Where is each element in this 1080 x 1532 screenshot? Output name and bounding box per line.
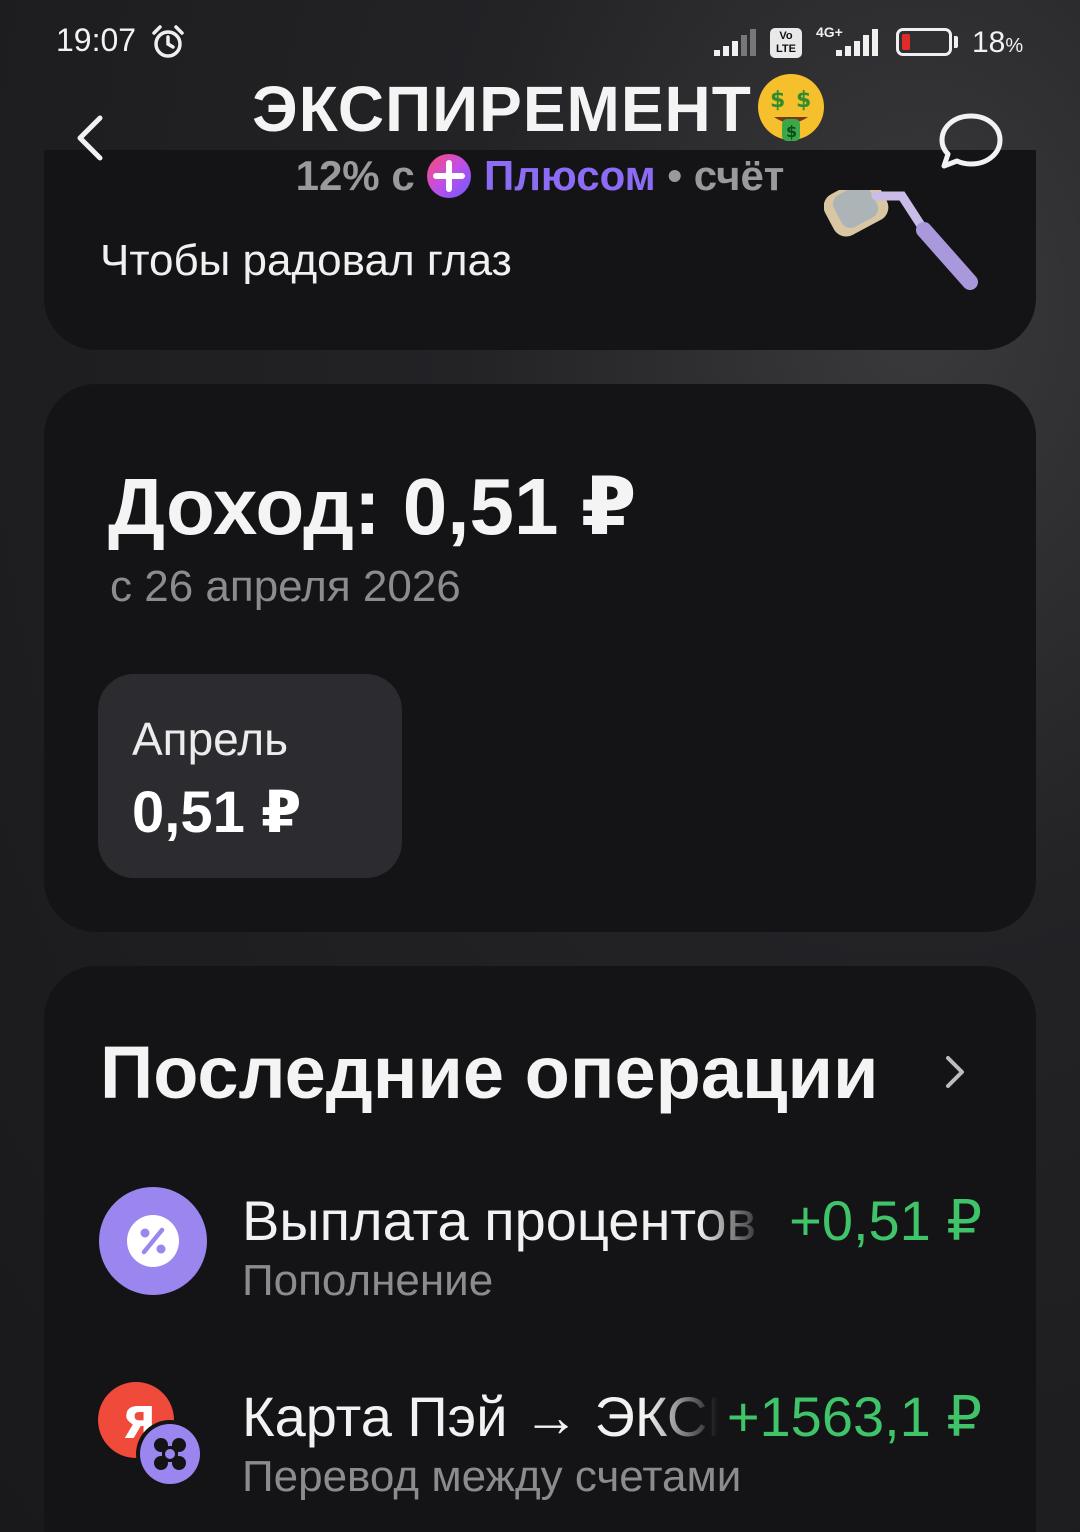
battery-tip: [954, 36, 958, 48]
status-time: 19:07: [56, 22, 137, 58]
month-value: 0,51 ₽: [132, 780, 302, 845]
battery-icon: [896, 28, 952, 56]
battery-percent: 18%: [972, 26, 1024, 59]
operation-amount: +1563,1 ₽: [726, 1385, 982, 1448]
subtitle-rate: 12% с: [295, 152, 415, 199]
svg-text:$: $: [786, 122, 798, 141]
income-since: с 26 апреля 2026: [110, 562, 461, 611]
income-card: Доход: 0,51 ₽ с 26 апреля 2026 Апрель 0,…: [44, 384, 1036, 932]
operation-type: Пополнение: [242, 1256, 494, 1305]
volte-badge: Vo LTE: [770, 28, 802, 58]
yandex-logo-icon: Я: [98, 1382, 204, 1488]
page-title-text: ЭКСПИРЕМЕНТ: [252, 73, 752, 145]
percent-icon: [99, 1187, 207, 1295]
operations-card: Последние операции Выплата процентов +0,…: [44, 966, 1036, 1532]
chevron-right-icon[interactable]: [940, 1050, 970, 1094]
promo-text: Чтобы радовал глаз: [100, 236, 512, 285]
money-mouth-face-icon: $ $ $: [757, 74, 824, 142]
operation-type: Перевод между счетами: [242, 1452, 742, 1501]
chat-button[interactable]: [936, 108, 1006, 174]
page-subtitle: 12% с Плюсом • счёт: [0, 152, 1080, 202]
page-title: ЭКСПИРЕМЕНТ $ $ $: [0, 72, 1080, 151]
operation-title: Выплата процентов: [242, 1188, 768, 1252]
subtitle-tail: • счёт: [667, 152, 785, 199]
paint-roller-icon: [824, 190, 978, 290]
alarm-icon: [152, 25, 184, 58]
month-name: Апрель: [132, 713, 289, 765]
signal-strength-icon: [714, 29, 756, 56]
plus-logo-icon: [427, 153, 472, 198]
screen: 19:07 Vo LTE 4G+ 18% Чтобы радовал глаз …: [0, 0, 1080, 1532]
operation-title: Карта Пэй → ЭКСПИРЕМЕНТ: [242, 1384, 718, 1448]
month-income-tile[interactable]: Апрель 0,51 ₽: [98, 674, 402, 878]
operation-amount: +0,51 ₽: [789, 1189, 982, 1252]
subtitle-plus: Плюсом: [484, 152, 656, 199]
svg-text:$: $: [796, 88, 812, 113]
battery-level: [902, 34, 910, 50]
operation-row[interactable]: Я Карта Пэй → ЭКСПИРЕМЕНТ +1563,1 ₽ Пере…: [98, 1378, 982, 1518]
income-title: Доход: 0,51 ₽: [108, 462, 637, 551]
svg-text:$: $: [770, 88, 786, 113]
header: ЭКСПИРЕМЕНТ $ $ $ 12% с Плюсом • счёт: [0, 70, 1080, 204]
signal-strength-icon-2: [836, 29, 878, 56]
operation-row[interactable]: Выплата процентов +0,51 ₽ Пополнение: [98, 1182, 982, 1322]
operations-title[interactable]: Последние операции: [100, 1030, 879, 1115]
